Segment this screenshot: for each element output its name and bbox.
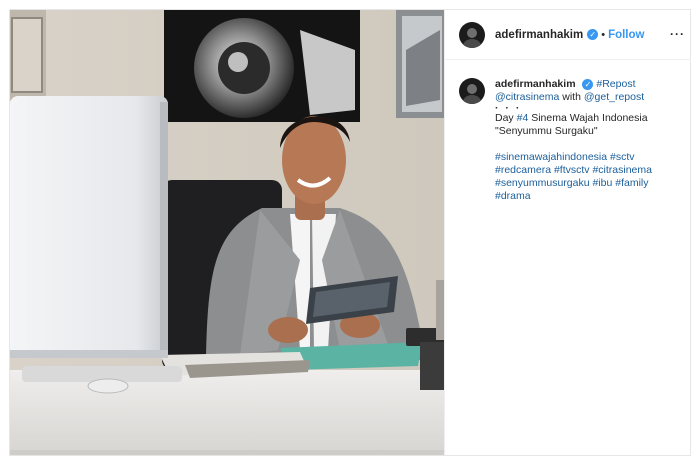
- caption-day-rest: Sinema Wajah Indonesia: [531, 112, 648, 124]
- follow-button[interactable]: Follow: [608, 29, 644, 41]
- hashtag-repost[interactable]: #Repost: [596, 78, 635, 90]
- instagram-post: adefirmanhakim ✓ • Follow ··· adefirmanh…: [9, 9, 691, 456]
- username-link[interactable]: adefirmanhakim: [495, 29, 583, 41]
- caption-title: "Senyummu Surgaku": [495, 125, 598, 137]
- caption-dots: · · ·: [495, 102, 522, 114]
- hashtags-line-3[interactable]: #senyummusurgaku #ibu #family: [495, 177, 680, 190]
- hashtags-line-2[interactable]: #redcamera #ftvsctv #citrasinema: [495, 164, 680, 177]
- office-scene-image: [10, 10, 444, 455]
- avatar[interactable]: [459, 21, 485, 48]
- caption-with-text: with: [562, 91, 581, 103]
- separator-dot: •: [601, 28, 606, 41]
- hashtags-line-1[interactable]: #sinemawajahindonesia #sctv: [495, 151, 680, 164]
- caption-line-day: Day #4 Sinema Wajah Indonesia: [495, 112, 680, 125]
- hashtag-4[interactable]: #4: [517, 112, 529, 124]
- caption-block: adefirmanhakim ✓ #Repost @citrasinema wi…: [445, 60, 691, 203]
- caption-text: adefirmanhakim ✓ #Repost @citrasinema wi…: [495, 78, 680, 203]
- mention-get-repost[interactable]: @get_repost: [584, 91, 644, 103]
- hashtags-line-4[interactable]: #drama: [495, 190, 680, 203]
- post-header: adefirmanhakim ✓ • Follow ···: [445, 10, 691, 60]
- caption-line-2: @citrasinema with @get_repost: [495, 91, 680, 104]
- verified-badge-icon: ✓: [587, 29, 599, 40]
- caption-username-link[interactable]: adefirmanhakim: [495, 78, 576, 90]
- more-options-icon[interactable]: ···: [670, 27, 685, 41]
- caption-verified-icon: ✓: [582, 78, 594, 90]
- post-sidebar: adefirmanhakim ✓ • Follow ··· adefirmanh…: [444, 10, 691, 455]
- post-photo[interactable]: [10, 10, 444, 455]
- caption-day-word: Day: [495, 112, 514, 124]
- caption-avatar[interactable]: [459, 78, 485, 104]
- caption-line-1: adefirmanhakim ✓ #Repost: [495, 78, 680, 91]
